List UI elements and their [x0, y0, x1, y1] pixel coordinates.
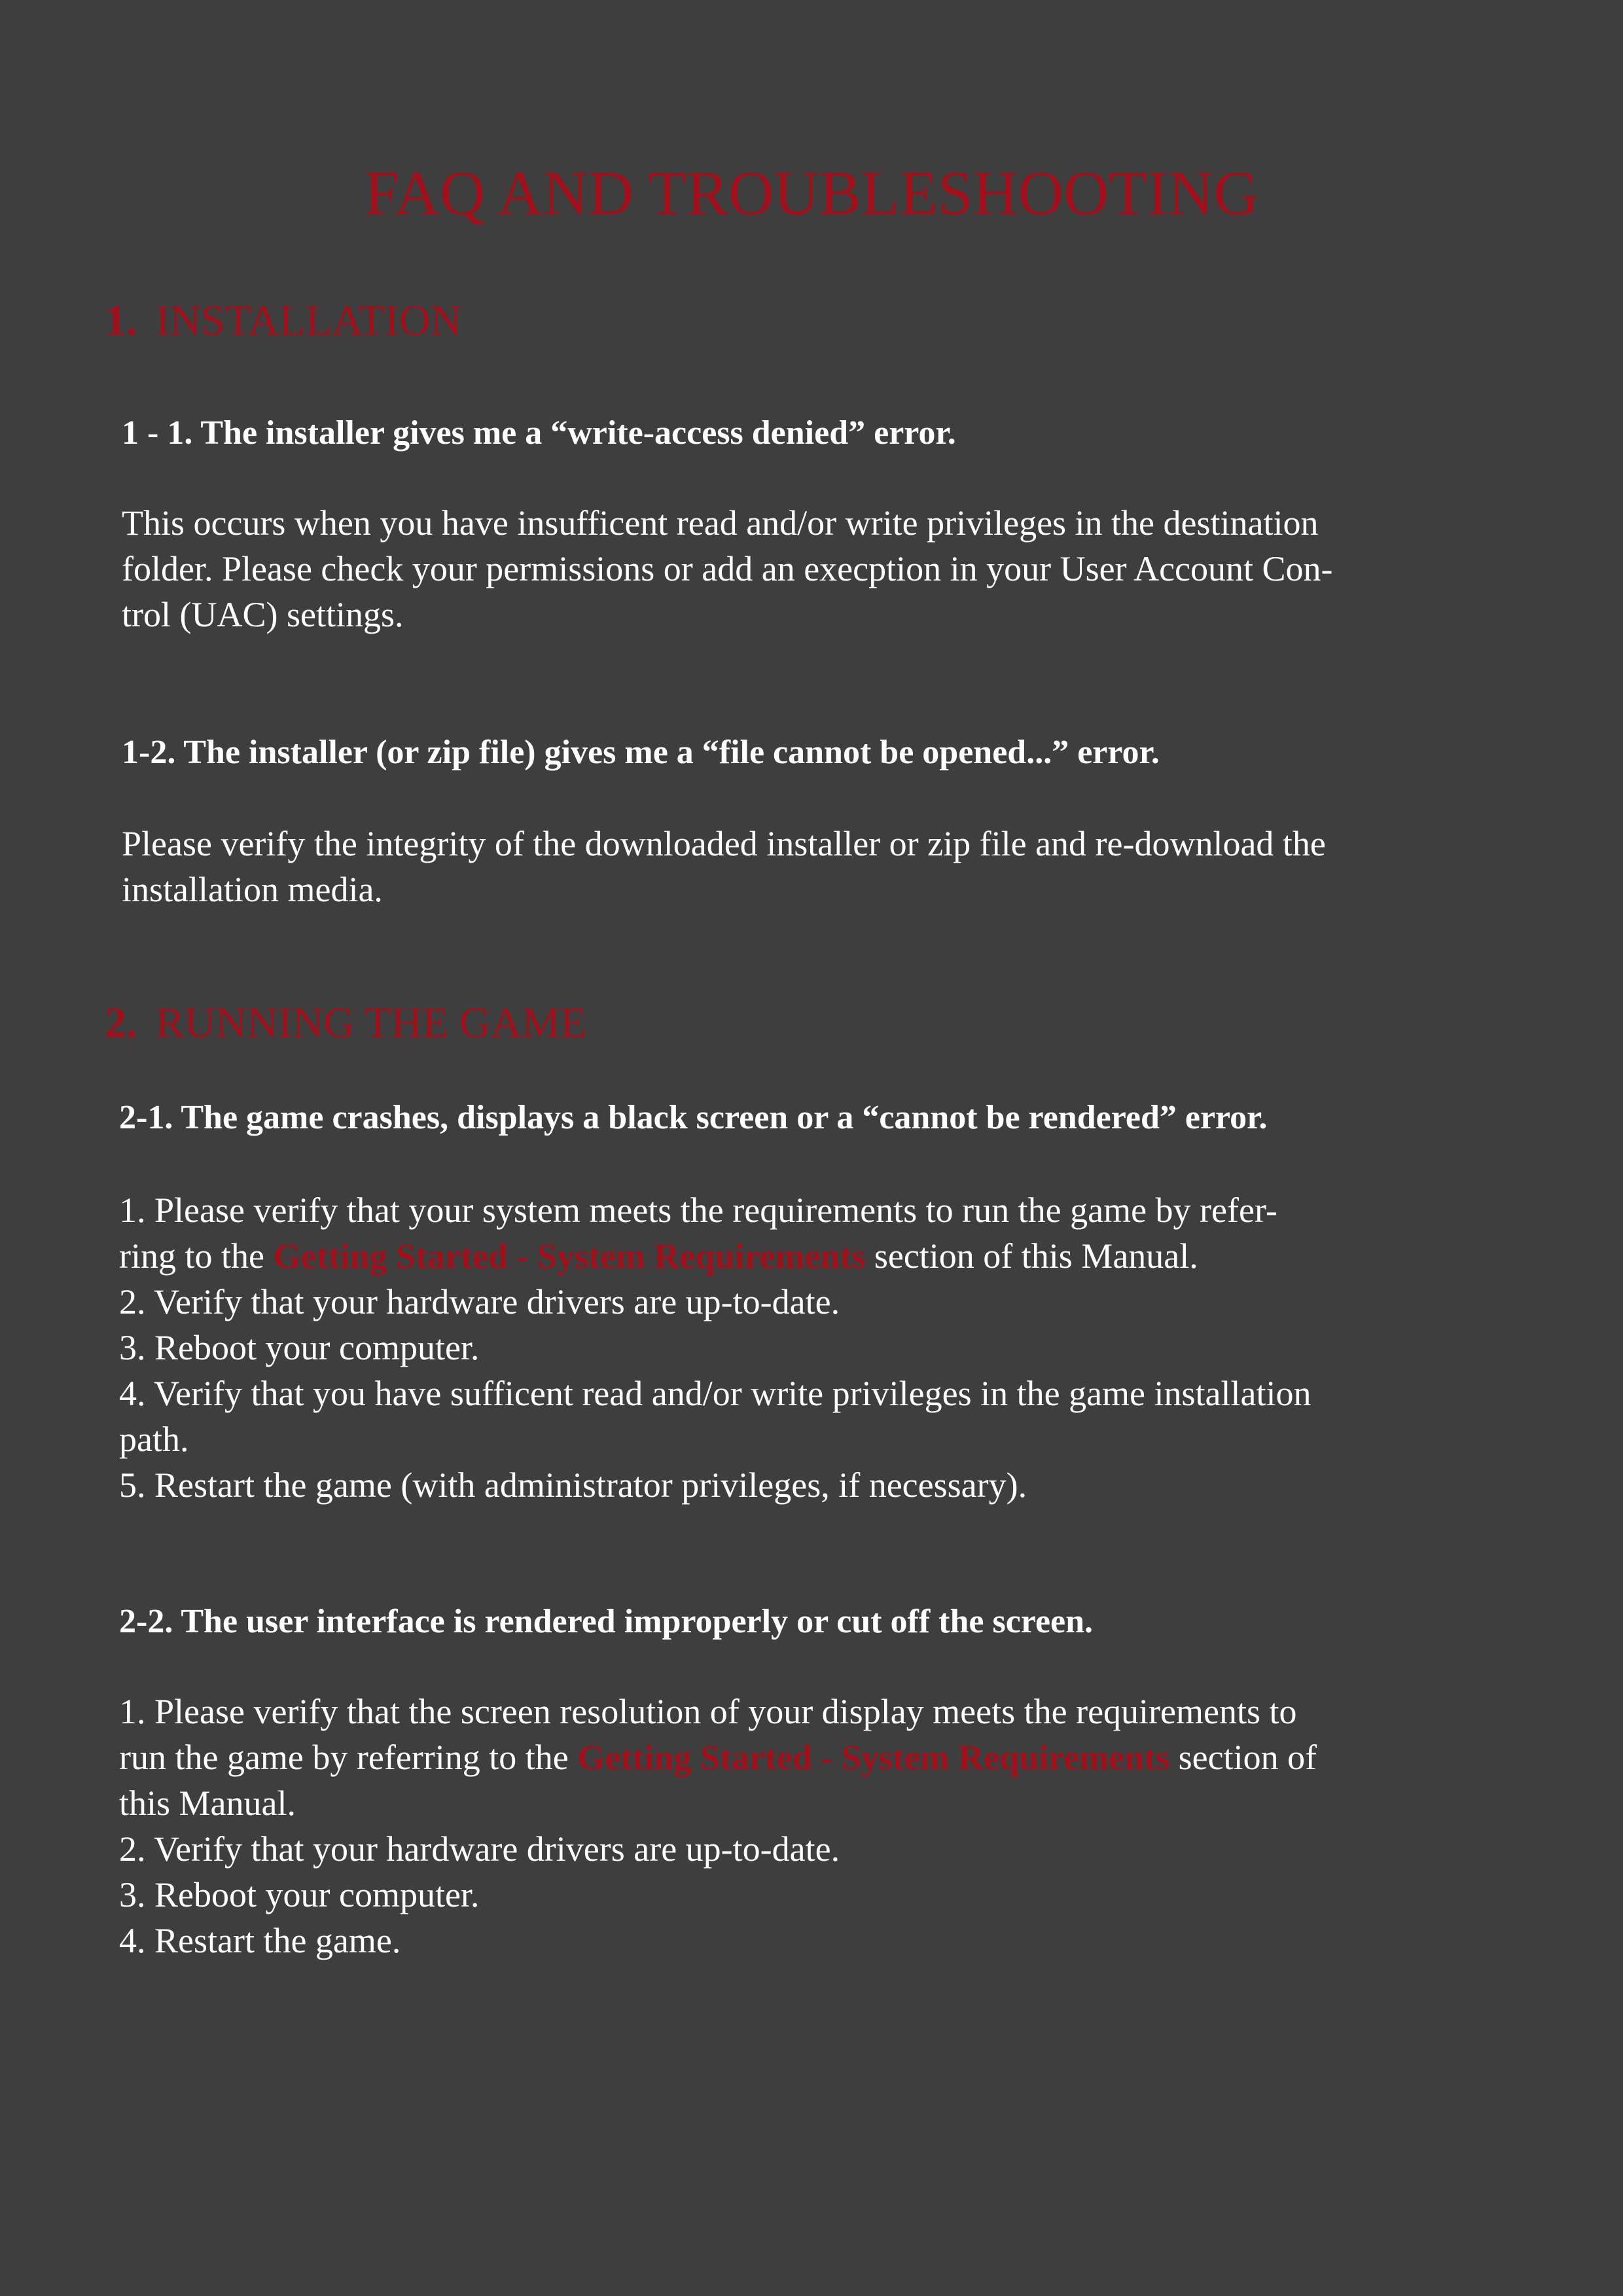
list-item: 1. Please verify that the screen resolut… — [119, 1692, 1297, 1731]
answer-list-2-2: 1. Please verify that the screen resolut… — [119, 1689, 1317, 1964]
page-title: FAQ AND TROUBLESHOOTING — [364, 158, 1259, 228]
list-item: path. — [119, 1420, 189, 1459]
question-heading-1-1: 1 - 1. The installer gives me a “write-a… — [122, 414, 956, 452]
list-item: 1. Please verify that your system meets … — [119, 1191, 1277, 1230]
section-running-heading: 2. RUNNING THE GAME — [105, 997, 586, 1049]
list-item: ring to the Getting Started - System Req… — [119, 1236, 1198, 1276]
list-item: 2. Verify that your hardware drivers are… — [119, 1829, 840, 1869]
answer-1-1: This occurs when you have insufficent re… — [122, 500, 1333, 637]
section-title: RUNNING THE GAME — [155, 999, 587, 1047]
list-item: 2. Verify that your hardware drivers are… — [119, 1282, 840, 1321]
answer-1-2: Please verify the integrity of the downl… — [122, 821, 1326, 912]
answer-line: installation media. — [122, 870, 383, 909]
answer-line: trol (UAC) settings. — [122, 595, 404, 634]
answer-line: Please verify the integrity of the downl… — [122, 824, 1326, 863]
list-item: this Manual. — [119, 1784, 296, 1823]
section-number: 1. — [105, 296, 137, 344]
system-requirements-link[interactable]: Getting Started - System Requirements — [577, 1738, 1169, 1777]
list-item: 5. Restart the game (with administrator … — [119, 1465, 1027, 1505]
question-heading-2-2: 2-2. The user interface is rendered impr… — [119, 1603, 1094, 1640]
question-heading-1-2: 1-2. The installer (or zip file) gives m… — [122, 734, 1160, 771]
list-item: 4. Restart the game. — [119, 1921, 401, 1960]
answer-line: This occurs when you have insufficent re… — [122, 503, 1319, 543]
answer-line: folder. Please check your permissions or… — [122, 549, 1333, 588]
list-item: 4. Verify that you have sufficent read a… — [119, 1374, 1311, 1413]
section-installation-heading: 1. INSTALLATION — [105, 295, 461, 347]
list-item: 3. Reboot your computer. — [119, 1328, 480, 1367]
question-heading-2-1: 2-1. The game crashes, displays a black … — [119, 1099, 1268, 1136]
manual-page: FAQ AND TROUBLESHOOTING 1. INSTALLATION 1… — [0, 0, 1623, 2296]
section-number: 2. — [105, 999, 137, 1047]
system-requirements-link[interactable]: Getting Started - System Requirements — [273, 1236, 865, 1276]
answer-list-2-1: 1. Please verify that your system meets … — [119, 1187, 1311, 1508]
section-title: INSTALLATION — [155, 296, 462, 344]
list-item: 3. Reboot your computer. — [119, 1875, 480, 1914]
list-item: run the game by referring to the Getting… — [119, 1738, 1317, 1777]
